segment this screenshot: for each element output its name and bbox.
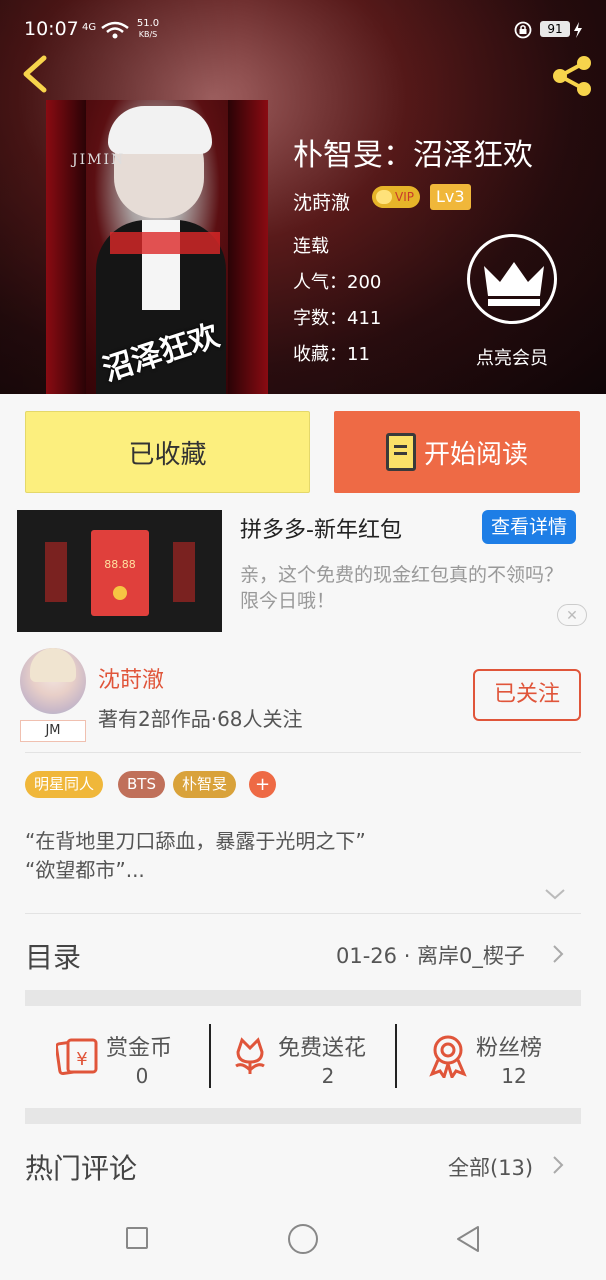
section-divider bbox=[25, 990, 581, 1006]
vip-badge: VIP bbox=[372, 186, 420, 208]
author-card-name[interactable]: 沈莳澈 bbox=[98, 662, 164, 694]
recent-apps-button[interactable] bbox=[126, 1227, 148, 1249]
status-time: 10:07 bbox=[24, 18, 79, 40]
synopsis-line: “欲望都市”... bbox=[25, 858, 145, 882]
network-indicator: 4G bbox=[82, 22, 97, 33]
synopsis[interactable]: “在背地里刀口舔血，暴露于光明之下” “欲望都市”... bbox=[25, 827, 366, 885]
chevron-down-icon[interactable] bbox=[544, 887, 566, 901]
flower-icon bbox=[235, 1037, 265, 1074]
wifi-icon bbox=[101, 21, 129, 39]
crown-icon bbox=[484, 262, 544, 306]
cover-curtain-left bbox=[46, 100, 86, 394]
ad-title[interactable]: 拼多多-新年红包 bbox=[240, 512, 402, 544]
book-word-count: 字数：411 bbox=[293, 308, 382, 329]
ad-coin-icon bbox=[113, 586, 127, 600]
level-badge: Lv3 bbox=[430, 184, 471, 210]
follow-button[interactable]: 已关注 bbox=[473, 669, 581, 721]
speed-unit: KB/S bbox=[138, 30, 158, 39]
chevron-right-icon[interactable] bbox=[552, 1155, 564, 1175]
fans-label[interactable]: 粉丝榜 bbox=[476, 1030, 542, 1062]
tag-jimin[interactable]: 朴智旻 bbox=[173, 771, 237, 798]
collected-button[interactable]: 已收藏 bbox=[25, 411, 310, 493]
back-arrow-icon[interactable] bbox=[16, 54, 56, 94]
divider bbox=[395, 1024, 397, 1088]
vip-crown-icon bbox=[376, 190, 392, 204]
avatar-tag: JM bbox=[20, 720, 86, 742]
home-button[interactable] bbox=[288, 1224, 318, 1254]
book-icon bbox=[385, 433, 416, 471]
reward-label[interactable]: 赏金币 bbox=[106, 1030, 172, 1062]
chevron-right-icon[interactable] bbox=[552, 944, 564, 964]
author-avatar[interactable] bbox=[20, 648, 86, 714]
ad-description: 亲，这个免费的现金红包真的不领吗？限今日哦！ bbox=[240, 564, 564, 612]
divider bbox=[25, 752, 581, 753]
cover-band bbox=[110, 232, 220, 254]
cover-name: JIMIN bbox=[72, 152, 126, 168]
fans-value: 12 bbox=[501, 1064, 527, 1088]
ad-envelope-left bbox=[45, 542, 67, 602]
avatar-hair bbox=[30, 648, 76, 682]
toc-latest-chapter[interactable]: 01-26 · 离岸0_楔子 bbox=[336, 940, 525, 970]
ad-red-envelope bbox=[91, 530, 149, 616]
lock-rotation-icon bbox=[514, 21, 532, 39]
share-icon[interactable] bbox=[548, 54, 596, 98]
book-author[interactable]: 沈莳澈 bbox=[293, 188, 350, 215]
cover-figure-hair bbox=[108, 106, 212, 154]
all-comments-link[interactable]: 全部(13) bbox=[448, 1152, 533, 1182]
cover-curtain-right bbox=[228, 100, 268, 394]
synopsis-line: “在背地里刀口舔血，暴露于光明之下” bbox=[25, 829, 366, 853]
tag-fanfic[interactable]: 明星同人 bbox=[25, 771, 104, 798]
book-favorites: 收藏：11 bbox=[293, 344, 370, 365]
flower-value: 2 bbox=[321, 1064, 335, 1088]
book-title: 朴智旻：沼泽狂欢 bbox=[293, 138, 533, 173]
ad-image[interactable]: 88.88 bbox=[17, 510, 222, 632]
speed-value: 51.0 bbox=[136, 18, 160, 29]
vip-membership-label[interactable]: 点亮会员 bbox=[476, 344, 548, 370]
author-card-stats: 著有2部作品·68人关注 bbox=[98, 707, 303, 731]
system-back-icon[interactable] bbox=[454, 1224, 482, 1254]
coin-icon: ¥ bbox=[56, 1038, 98, 1076]
book-popularity: 人气：200 bbox=[293, 272, 382, 293]
section-divider bbox=[25, 1108, 581, 1124]
start-reading-label: 开始阅读 bbox=[423, 439, 528, 470]
flower-label[interactable]: 免费送花 bbox=[278, 1030, 366, 1062]
divider bbox=[209, 1024, 211, 1088]
add-tag-button[interactable]: + bbox=[249, 771, 276, 798]
status-bar: 10:07 4G 51.0 KB/S 91 bbox=[0, 0, 606, 44]
book-status: 连载 bbox=[293, 236, 329, 257]
network-speed: 51.0 KB/S bbox=[134, 18, 162, 40]
medal-icon bbox=[429, 1035, 467, 1078]
hot-comments-label: 热门评论 bbox=[25, 1152, 138, 1185]
ad-details-button[interactable]: 查看详情 bbox=[482, 510, 576, 544]
book-cover[interactable]: JIMIN 沼泽狂欢 bbox=[46, 100, 268, 394]
collected-button-label: 已收藏 bbox=[128, 439, 207, 470]
reward-value: 0 bbox=[135, 1064, 149, 1088]
ad-envelope-right bbox=[173, 542, 195, 602]
ad-amount: 88.88 bbox=[104, 558, 136, 571]
svg-text:¥: ¥ bbox=[76, 1049, 87, 1070]
ad-close-button[interactable]: ✕ bbox=[557, 604, 587, 626]
tag-bts[interactable]: BTS bbox=[118, 771, 165, 798]
battery-indicator: 91 bbox=[540, 21, 570, 37]
charging-icon bbox=[574, 22, 582, 38]
toc-label[interactable]: 目录 bbox=[25, 936, 81, 976]
vip-badge-label: VIP bbox=[395, 190, 414, 204]
divider bbox=[25, 913, 581, 914]
start-reading-button[interactable]: 开始阅读 bbox=[334, 411, 580, 493]
